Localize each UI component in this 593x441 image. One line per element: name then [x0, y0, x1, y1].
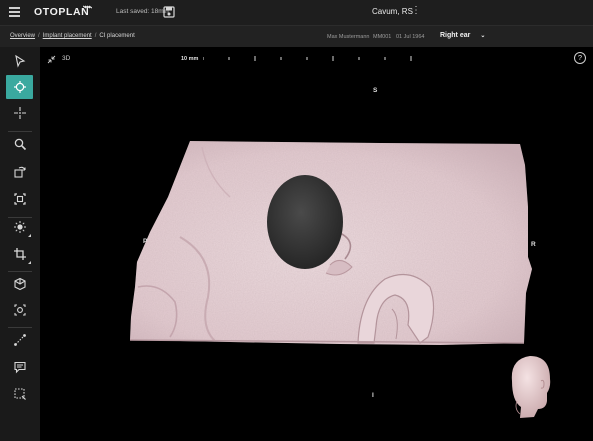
ear-side-select[interactable]: Right ear ⌄ [440, 32, 485, 39]
help-icon[interactable]: ? [574, 52, 586, 64]
crosshair-icon[interactable] [6, 75, 33, 99]
ear-side-value: Right ear [440, 32, 471, 39]
select-arrow-icon[interactable] [6, 49, 33, 73]
orientation-right: R [531, 241, 536, 248]
collapse-view-icon[interactable] [47, 55, 56, 64]
chevron-down-icon: ⌄ [480, 33, 486, 39]
patient-file-title: Cavum, RS [372, 7, 413, 16]
logo-wave-icon [83, 5, 92, 9]
app-logo: OTOPLAN [34, 6, 90, 18]
measure-icon[interactable] [6, 328, 33, 352]
breadcrumb: Overview / Implant placement / CI placement [10, 33, 135, 39]
breadcrumb-overview[interactable]: Overview [10, 33, 35, 39]
breadcrumb-separator: / [94, 33, 97, 39]
save-icon[interactable] [163, 6, 175, 18]
orientation-superior: S [373, 87, 378, 94]
focus-icon[interactable] [6, 298, 33, 322]
scale-ruler [203, 56, 412, 61]
view-mode-label: 3D [62, 55, 71, 62]
breadcrumb-ci-placement: CI placement [99, 33, 135, 39]
render-3d-icon[interactable] [6, 272, 33, 296]
breadcrumb-separator: / [38, 33, 40, 39]
brightness-icon[interactable] [6, 215, 33, 239]
center-point-icon[interactable] [6, 101, 33, 125]
breadcrumb-implant-placement[interactable]: Implant placement [43, 33, 92, 39]
orientation-inferior: I [372, 392, 374, 399]
region-select-icon[interactable] [6, 382, 33, 406]
zoom-icon[interactable] [6, 132, 33, 156]
fit-frame-icon[interactable] [6, 187, 33, 211]
tool-sidebar [0, 47, 40, 441]
crop-icon[interactable] [6, 242, 33, 266]
top-bar: OTOPLAN Last saved: 18min Cavum, RS ⋮ [0, 0, 593, 25]
orientation-posterior: P [143, 238, 148, 245]
more-options-icon[interactable]: ⋮ [411, 6, 421, 16]
hamburger-menu-icon[interactable] [9, 7, 20, 17]
3d-viewport[interactable]: 3D 10 mm ? S P R I [40, 47, 593, 441]
patient-name: Max Mustermann [327, 34, 370, 40]
patient-dob: 01 Jul 1964 [396, 34, 425, 40]
patient-id: MM001 [373, 34, 392, 40]
context-bar: Overview / Implant placement / CI placement … [0, 25, 593, 47]
scale-label: 10 mm [181, 56, 199, 62]
head-orientation-icon[interactable] [504, 351, 556, 421]
comment-icon[interactable] [6, 355, 33, 379]
rotate-3d-icon[interactable] [6, 160, 33, 184]
last-saved-status: Last saved: 18min [116, 8, 169, 15]
